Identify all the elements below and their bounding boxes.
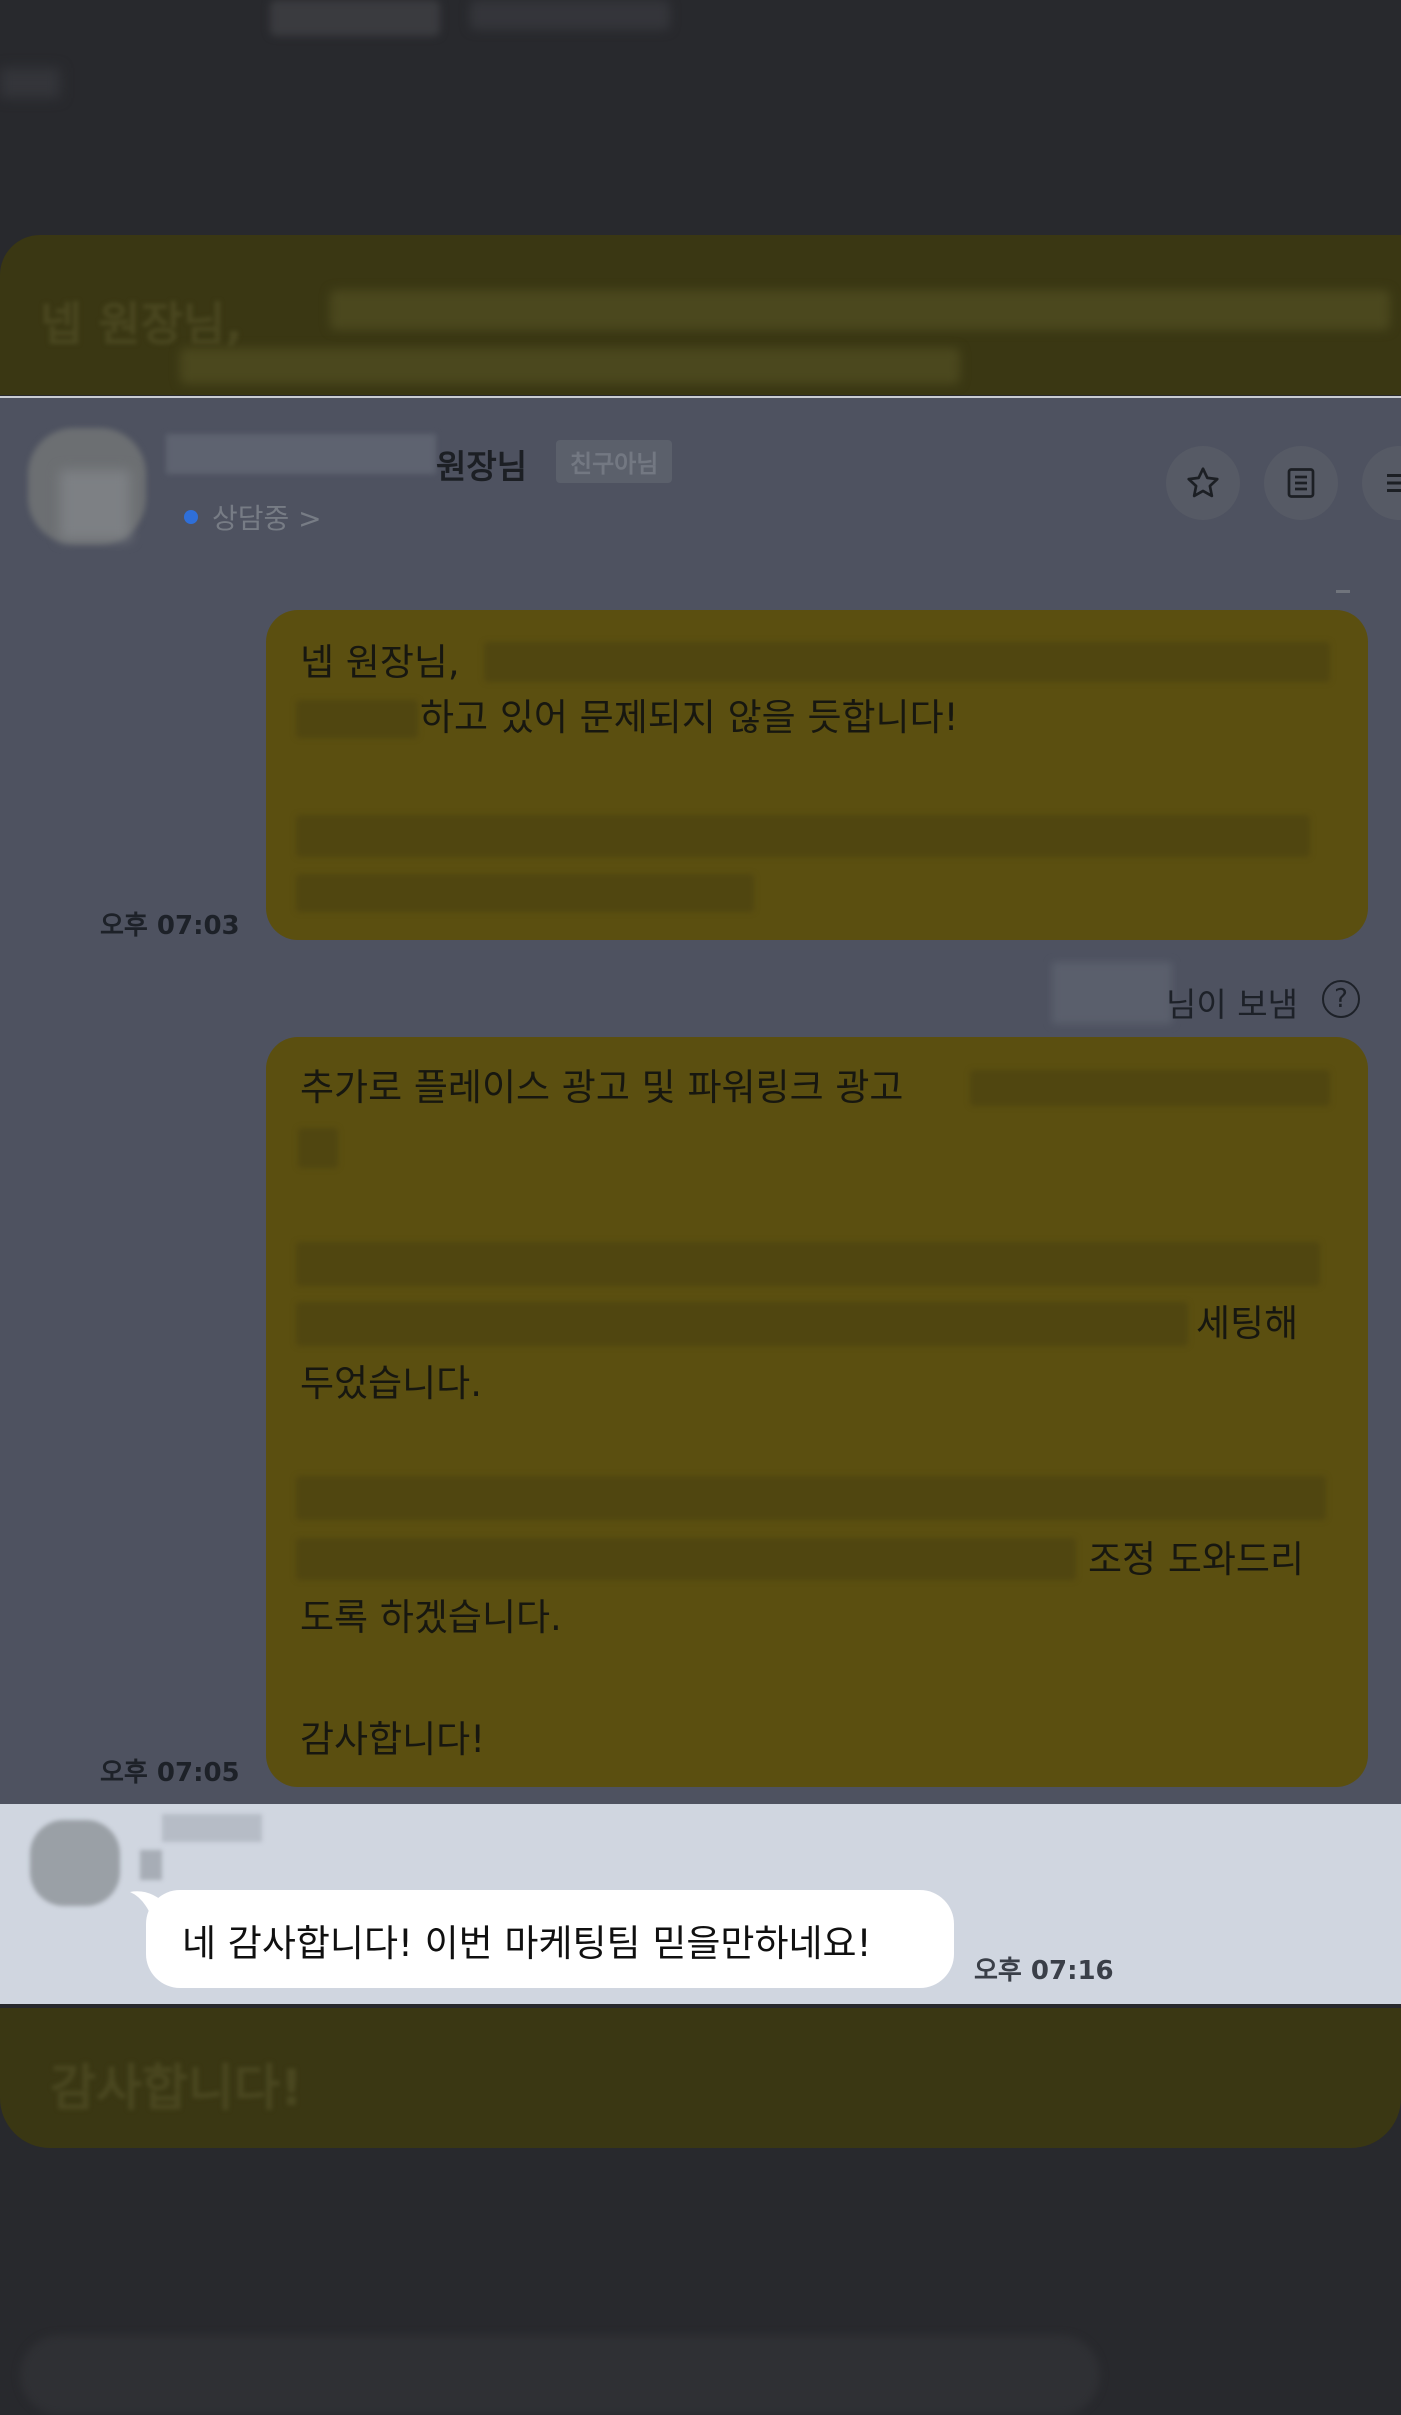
message-text: 하고 있어 문제되지 않을 듯합니다! [420,696,959,739]
star-icon [1187,467,1219,498]
redacted-sender-name [162,1814,262,1842]
message-text: 조정 도와드리 [1088,1538,1305,1581]
avatar-redaction [60,470,130,540]
message-time: 오후 07:16 [974,1956,1114,1986]
background-sender-name [270,0,440,36]
message-text: 추가로 플레이스 광고 및 파워링크 광고 [300,1066,904,1109]
sender-label: 님이 보냄 [1166,985,1298,1024]
menu-icon [1387,474,1401,492]
redacted-text [296,1538,1076,1580]
redacted-text [970,1070,1330,1106]
redacted-text [484,642,1330,682]
not-friend-badge: 친구아님 [556,440,673,483]
redacted-sender [1052,962,1172,1024]
sender-avatar[interactable] [30,1820,120,1906]
message-time: 오후 07:05 [100,1758,240,1788]
notes-button[interactable] [1264,446,1338,520]
background-redacted-text [330,290,1390,330]
redacted-text [298,1128,338,1168]
message-text: 두었습니다. [300,1362,482,1405]
background-input-area [20,2335,1100,2415]
redacted-text [296,1302,1188,1346]
redacted-text [296,1242,1320,1286]
consultation-status[interactable]: 상담중 > [212,497,322,537]
separator-dash [1336,590,1350,593]
message-text: 넵 원장님, [300,641,460,684]
background-message-text: 넵 원장님, [40,297,243,351]
message-text: 세팅해 [1196,1302,1299,1345]
notes-icon [1287,468,1315,498]
incoming-message-text: 네 감사합니다! 이번 마케팅팀 믿을만하네요! [182,1922,872,1965]
background-sender-meta [470,0,670,30]
redacted-text [296,815,1310,857]
message-text: 감사합니다! [300,1718,486,1761]
redacted-name [166,434,436,474]
background-text-fragment [0,68,60,98]
message-text: 도록 하겠습니다. [300,1596,562,1639]
redacted-text [296,874,754,912]
message-bubble[interactable] [266,1037,1368,1787]
redacted-sender-name [140,1850,162,1880]
panel-divider [0,396,1401,398]
chat-title: 원장님 [436,447,528,486]
favorite-button[interactable] [1166,446,1240,520]
background-redacted-text [180,348,960,384]
help-icon[interactable]: ? [1322,980,1360,1018]
background-message-text: 감사합니다! [50,2059,303,2117]
redacted-text [296,700,418,738]
redacted-text [296,1476,1326,1520]
message-time: 오후 07:03 [100,911,240,941]
status-dot-icon [184,510,198,524]
